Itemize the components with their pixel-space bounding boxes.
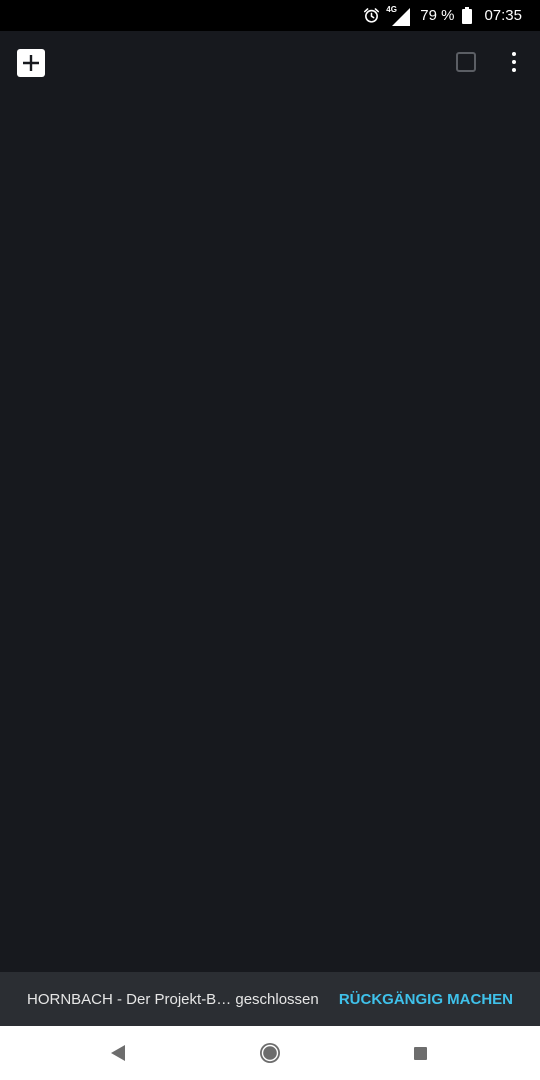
- snackbar-message: HORNBACH - Der Projekt-B… geschlossen: [27, 990, 319, 1008]
- home-button[interactable]: [259, 1042, 281, 1068]
- alarm-clock-icon: [363, 7, 380, 24]
- status-bar: 4G 79 % 07:35: [0, 0, 540, 31]
- battery-percent: 79 %: [420, 7, 455, 24]
- tab-grid-area: [0, 93, 540, 972]
- tab-switcher-button[interactable]: [456, 52, 476, 72]
- back-button[interactable]: [111, 1045, 125, 1065]
- status-time: 07:35: [484, 7, 522, 24]
- more-vertical-icon-dot: [512, 60, 516, 64]
- toolbar: [0, 31, 540, 93]
- new-tab-button[interactable]: [17, 49, 45, 77]
- network-indicator: 4G: [386, 5, 411, 26]
- snackbar: HORNBACH - Der Projekt-B… geschlossen RÜ…: [0, 972, 540, 1026]
- back-triangle-icon: [111, 1045, 125, 1061]
- system-nav-bar: [0, 1026, 540, 1080]
- plus-icon: [23, 55, 39, 71]
- cell-signal-icon: [392, 7, 411, 26]
- more-options-button[interactable]: [506, 49, 522, 75]
- battery-icon: [462, 7, 473, 24]
- home-circle-icon: [260, 1043, 280, 1063]
- more-vertical-icon-dot: [512, 52, 516, 56]
- undo-button[interactable]: RÜCKGÄNGIG MACHEN: [339, 991, 513, 1008]
- more-vertical-icon-dot: [512, 68, 516, 72]
- recents-button[interactable]: [414, 1047, 427, 1060]
